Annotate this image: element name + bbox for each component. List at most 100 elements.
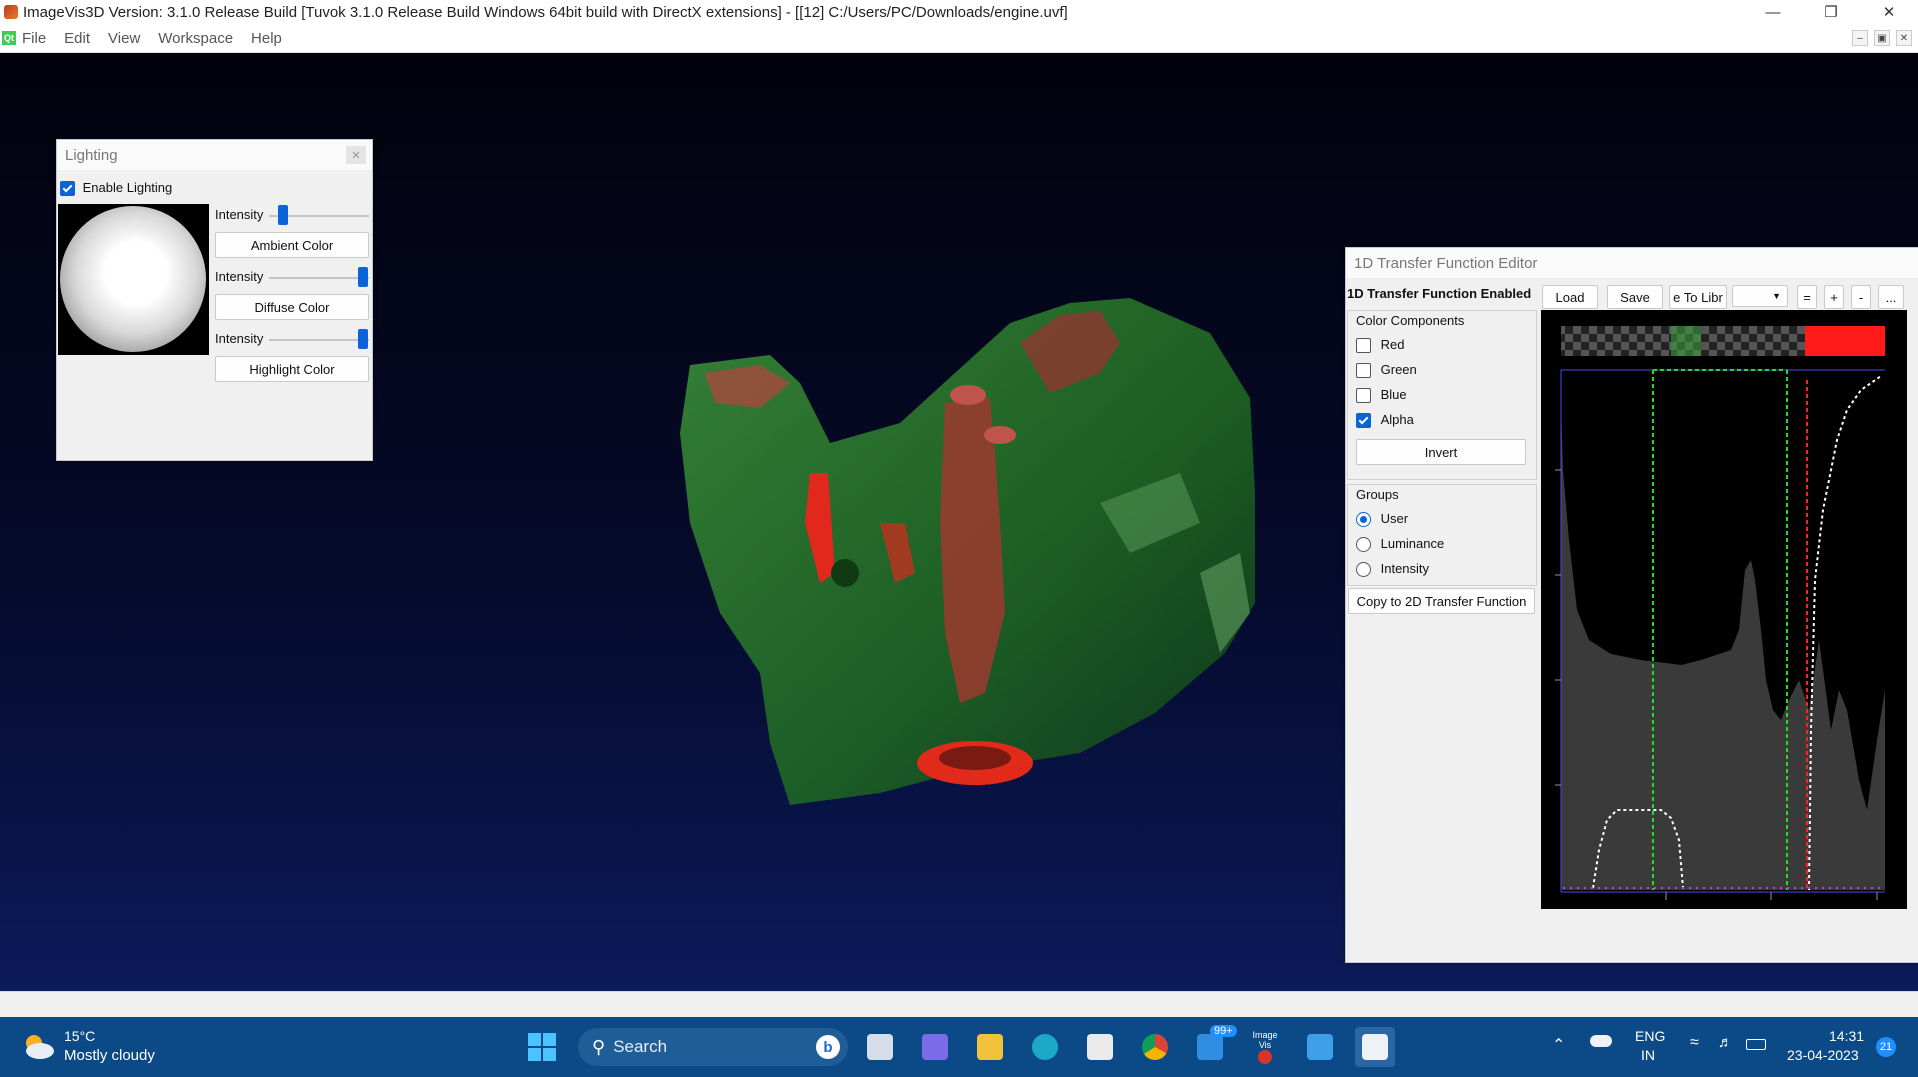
store-button[interactable]: [1080, 1027, 1120, 1067]
radio-icon[interactable]: [1356, 512, 1371, 528]
highlight-color-button[interactable]: Highlight Color: [215, 356, 369, 382]
paint-button[interactable]: [1300, 1027, 1340, 1067]
render-viewport[interactable]: Lighting ✕ Enable Lighting Intensity Amb…: [0, 53, 1918, 991]
battery-icon[interactable]: [1746, 1039, 1766, 1050]
edge-button[interactable]: [1025, 1027, 1065, 1067]
groups-label: Groups: [1356, 487, 1399, 502]
ambient-color-button[interactable]: Ambient Color: [215, 232, 369, 258]
highlight-intensity-handle[interactable]: [358, 329, 368, 349]
user-label: User: [1380, 511, 1409, 526]
checkbox-icon[interactable]: [1356, 388, 1371, 404]
enable-lighting-checkbox[interactable]: Enable Lighting: [60, 180, 173, 197]
menu-view[interactable]: View: [108, 30, 140, 47]
mdi-restore-icon[interactable]: ▣: [1874, 30, 1890, 46]
taskbar-search[interactable]: ⚲ Search b: [578, 1028, 848, 1066]
tf-editor-title: 1D Transfer Function Editor: [1354, 254, 1538, 272]
app-icon: [4, 5, 18, 19]
transfer-function-canvas[interactable]: [1541, 310, 1907, 909]
chrome-icon: [1142, 1034, 1168, 1060]
menu-help[interactable]: Help: [251, 30, 282, 47]
status-bar: [0, 991, 1918, 1018]
chevron-down-icon: ▼: [1772, 291, 1781, 301]
lang-line1[interactable]: ENG: [1635, 1028, 1665, 1044]
teams-button[interactable]: [915, 1027, 955, 1067]
tf-editor-panel: 1D Transfer Function Editor 1D Transfer …: [1345, 247, 1918, 963]
highlight-intensity-track[interactable]: [269, 339, 369, 341]
diffuse-intensity-handle[interactable]: [358, 267, 368, 287]
remove-button[interactable]: -: [1851, 285, 1871, 309]
snipping-icon: [1362, 1034, 1388, 1060]
weather-desc[interactable]: Mostly cloudy: [64, 1047, 155, 1064]
blue-checkbox[interactable]: Blue: [1356, 387, 1407, 404]
radio-icon[interactable]: [1356, 537, 1371, 553]
mail-icon: [1197, 1034, 1223, 1060]
tf-enabled-label[interactable]: 1D Transfer Function Enabled: [1347, 286, 1531, 301]
checkbox-icon[interactable]: [1356, 363, 1371, 379]
ambient-intensity-handle[interactable]: [278, 205, 288, 225]
equal-button[interactable]: =: [1797, 285, 1817, 309]
mdi-controls: – ▣ ✕: [1852, 30, 1912, 46]
checkbox-icon[interactable]: [60, 181, 75, 197]
file-explorer-button[interactable]: [970, 1027, 1010, 1067]
bing-icon[interactable]: b: [816, 1035, 840, 1059]
task-view-button[interactable]: [860, 1027, 900, 1067]
copy-to-2d-button[interactable]: Copy to 2D Transfer Function: [1348, 588, 1535, 614]
mdi-close-icon[interactable]: ✕: [1896, 30, 1912, 46]
load-button[interactable]: Load: [1542, 285, 1598, 309]
radio-icon[interactable]: [1356, 562, 1371, 578]
red-label: Red: [1380, 337, 1405, 352]
group-luminance-radio[interactable]: Luminance: [1356, 536, 1445, 553]
onedrive-icon[interactable]: [1590, 1035, 1612, 1047]
menu-edit[interactable]: Edit: [64, 30, 90, 47]
green-checkbox[interactable]: Green: [1356, 362, 1417, 379]
task-view-icon: [867, 1034, 893, 1060]
window-title: ImageVis3D Version: 3.1.0 Release Build …: [23, 3, 1068, 21]
imagevis-label: Image Vis: [1252, 1030, 1278, 1050]
diffuse-intensity-track[interactable]: [269, 277, 369, 279]
volume-icon[interactable]: ♬: [1718, 1034, 1733, 1051]
green-label: Green: [1380, 362, 1417, 377]
save-to-library-button[interactable]: e To Libr: [1669, 285, 1727, 309]
luminance-label: Luminance: [1380, 536, 1445, 551]
chevron-up-icon[interactable]: ⌃: [1552, 1035, 1565, 1055]
notification-badge[interactable]: 21: [1876, 1037, 1896, 1057]
group-intensity-radio[interactable]: Intensity: [1356, 561, 1430, 578]
imagevis-button[interactable]: Image Vis: [1245, 1027, 1285, 1067]
qt-icon: Qt: [2, 31, 16, 45]
save-button[interactable]: Save: [1607, 285, 1663, 309]
wifi-icon[interactable]: ≈: [1690, 1034, 1699, 1052]
weather-temp[interactable]: 15°C: [64, 1028, 95, 1044]
group-user-radio[interactable]: User: [1356, 511, 1409, 528]
checkbox-icon[interactable]: [1356, 338, 1371, 354]
red-checkbox[interactable]: Red: [1356, 337, 1405, 354]
lighting-panel: Lighting ✕ Enable Lighting Intensity Amb…: [56, 139, 373, 461]
clock-time[interactable]: 14:31: [1829, 1028, 1864, 1044]
checkbox-icon[interactable]: [1356, 413, 1371, 429]
menu-workspace[interactable]: Workspace: [158, 30, 233, 47]
weather-icon[interactable]: [20, 1031, 56, 1061]
snipping-tool-button[interactable]: [1355, 1027, 1395, 1067]
panel-close-icon[interactable]: ✕: [346, 146, 366, 164]
mdi-minimize-icon[interactable]: –: [1852, 30, 1868, 46]
close-icon[interactable]: ✕: [1860, 0, 1918, 24]
lang-line2[interactable]: IN: [1641, 1047, 1655, 1063]
mail-button[interactable]: 99+: [1190, 1025, 1237, 1067]
chrome-button[interactable]: [1135, 1027, 1175, 1067]
invert-button[interactable]: Invert: [1356, 439, 1526, 465]
diffuse-color-button[interactable]: Diffuse Color: [215, 294, 369, 320]
start-button[interactable]: [522, 1027, 562, 1067]
clock-date[interactable]: 23-04-2023: [1787, 1047, 1859, 1063]
preset-dropdown[interactable]: ▼: [1732, 285, 1788, 307]
imagevis-icon: [1258, 1050, 1272, 1064]
add-button[interactable]: +: [1824, 285, 1844, 309]
enable-lighting-label: Enable Lighting: [82, 180, 173, 195]
window-controls: — ❐ ✕: [1744, 0, 1918, 24]
more-button[interactable]: ...: [1878, 285, 1904, 309]
alpha-checkbox[interactable]: Alpha: [1356, 412, 1414, 429]
restore-icon[interactable]: ❐: [1802, 0, 1860, 24]
intensity-label: Intensity: [1380, 561, 1430, 576]
minimize-icon[interactable]: —: [1744, 0, 1802, 24]
menu-file[interactable]: File: [22, 30, 46, 47]
store-icon: [1087, 1034, 1113, 1060]
diffuse-intensity-label: Intensity: [215, 269, 264, 284]
